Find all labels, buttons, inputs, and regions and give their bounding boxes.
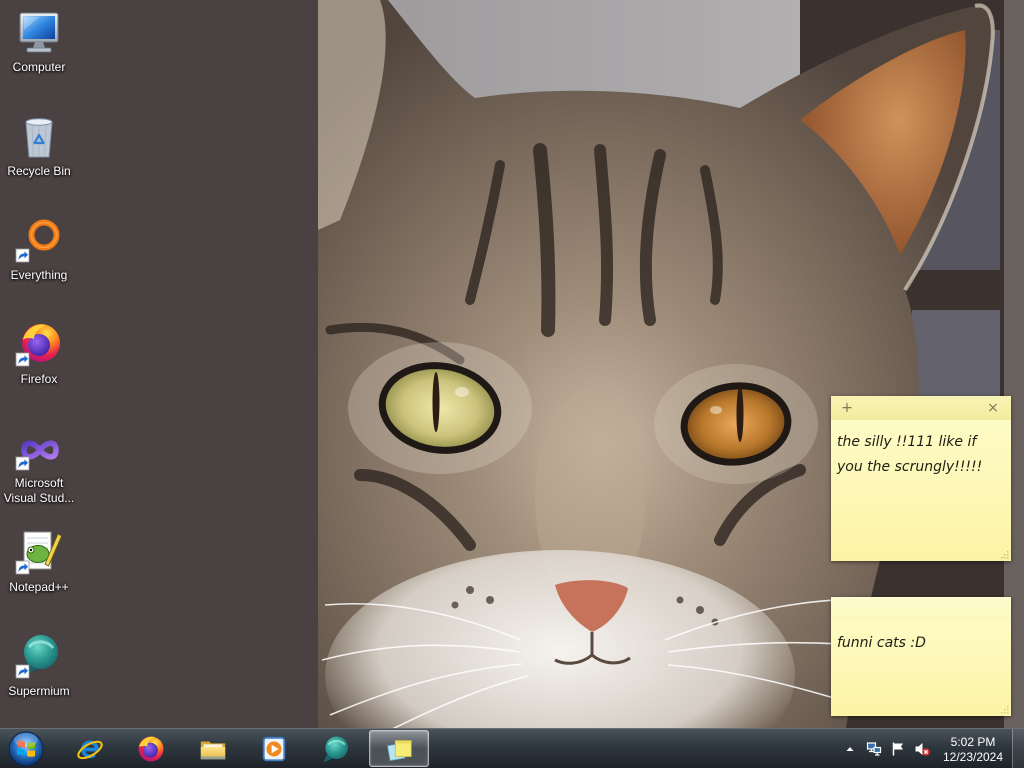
desktop-icon-label: Firefox (20, 372, 58, 386)
supermium-icon (15, 632, 63, 680)
desktop-icon-notepad-plus-plus[interactable]: Notepad++ (0, 524, 78, 624)
desktop-icon-label: Notepad++ (9, 580, 69, 594)
taskbar-button-supermium[interactable] (306, 730, 366, 767)
computer-icon (15, 8, 63, 56)
everything-icon (15, 216, 63, 264)
volume-muted-icon (915, 743, 930, 756)
new-note-button[interactable]: + (838, 399, 856, 417)
visual-studio-icon (15, 424, 63, 472)
desktop-icon-label: Recycle Bin (7, 164, 71, 178)
notepad-plus-plus-icon (15, 528, 63, 576)
sticky-note-header[interactable]: + × (831, 396, 1011, 420)
taskbar-clock[interactable]: 5:02 PM 12/23/2024 (936, 735, 1010, 765)
chevron-up-icon (846, 747, 854, 751)
recycle-bin-icon (15, 112, 63, 160)
desktop-icon-computer[interactable]: Computer (0, 4, 78, 104)
volume-button[interactable] (914, 741, 930, 757)
desktop-icon-label: Microsoft Visual Stud... (3, 476, 75, 505)
desktop-icon-everything[interactable]: Everything (0, 212, 78, 312)
desktop-icon-firefox[interactable]: Firefox (0, 316, 78, 416)
taskbar-button-file-explorer[interactable] (183, 730, 243, 767)
clock-time: 5:02 PM (950, 735, 996, 749)
firefox-icon (138, 736, 164, 762)
file-explorer-icon (200, 741, 226, 760)
resize-grip-icon[interactable] (1000, 550, 1009, 559)
clock-date: 12/23/2024 (942, 750, 1004, 764)
taskbar: 5:02 PM 12/23/2024 (0, 728, 1024, 768)
desktop-icon-label: Everything (10, 268, 68, 282)
media-player-icon (262, 736, 286, 762)
show-desktop-button[interactable] (1012, 729, 1024, 768)
action-center-flag-icon (892, 742, 903, 756)
windows-start-orb-icon[interactable] (6, 729, 46, 768)
taskbar-button-media-player[interactable] (244, 730, 304, 767)
taskbar-button-firefox[interactable] (121, 730, 181, 767)
internet-explorer-icon (77, 740, 103, 760)
desktop-icon-recycle-bin[interactable]: Recycle Bin (0, 108, 78, 208)
sticky-note[interactable]: + × the silly !!111 like if you the scru… (831, 396, 1011, 561)
show-hidden-icons-button[interactable] (842, 741, 858, 757)
desktop-screen: Computer Recycle Bin Everything Firefox … (0, 0, 1024, 768)
taskbar-button-internet-explorer[interactable] (60, 730, 120, 767)
sticky-note[interactable]: funni cats :D (831, 597, 1011, 716)
firefox-icon (15, 320, 63, 368)
desktop-icon-visual-studio[interactable]: Microsoft Visual Stud... (0, 420, 78, 520)
network-tray-button[interactable] (866, 741, 882, 757)
sticky-note-text[interactable]: funni cats :D (831, 621, 1011, 656)
sticky-note-text[interactable]: the silly !!111 like if you the scrungly… (831, 420, 1011, 480)
desktop-icon-label: Computer (12, 60, 66, 74)
sticky-notes-icon (387, 740, 412, 761)
shortcut-arrow-icon (15, 248, 30, 263)
network-icon (866, 742, 882, 756)
resize-grip-icon[interactable] (1000, 705, 1009, 714)
delete-note-button[interactable]: × (984, 399, 1002, 417)
supermium-icon (323, 736, 348, 763)
action-center-button[interactable] (890, 741, 906, 757)
desktop-icon-label: Supermium (8, 684, 70, 698)
desktop-icon-supermium[interactable]: Supermium (0, 628, 78, 728)
sticky-note-header[interactable] (831, 597, 1011, 621)
taskbar-button-sticky-notes[interactable] (369, 730, 429, 767)
